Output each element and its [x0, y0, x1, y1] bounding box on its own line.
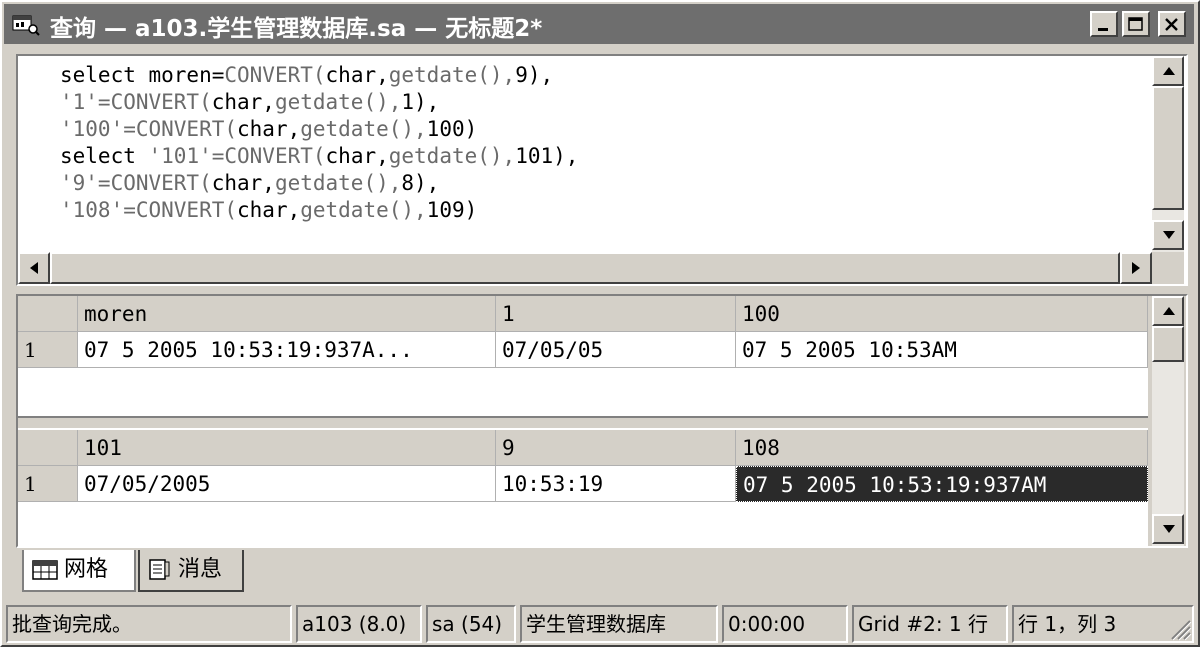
code-token: getdate(), — [388, 63, 516, 87]
tab-grid[interactable]: 网格 — [22, 550, 136, 592]
grid-icon — [32, 560, 58, 580]
editor-gutter — [18, 56, 58, 252]
code-line[interactable]: select '101'=CONVERT(char,getdate(),101)… — [60, 143, 578, 170]
tab-messages[interactable]: 消息 — [138, 550, 244, 592]
query-window: 查询 — a103.学生管理数据库.sa — 无标题2* select more… — [0, 0, 1200, 647]
code-line[interactable]: '108'=CONVERT(char,getdate(),109) — [60, 197, 578, 224]
maximize-button[interactable] — [1122, 11, 1150, 37]
minimize-button[interactable] — [1090, 11, 1118, 37]
code-token: '100'=CONVERT( — [60, 117, 238, 141]
result-grid-1[interactable]: moren 1 100 1 07 5 2005 10:53:19:937A...… — [18, 296, 1148, 416]
table-cell[interactable]: 07/05/05 — [496, 332, 736, 368]
title-bar[interactable]: 查询 — a103.学生管理数据库.sa — 无标题2* — [4, 4, 1194, 44]
code-token: 8), — [401, 171, 440, 195]
grid2-header-row: 101 9 108 — [18, 430, 1148, 466]
selected-table-cell[interactable]: 07 5 2005 10:53:19:937AM — [736, 466, 1148, 502]
status-bar: 批查询完成。 a103 (8.0) sa (54) 学生管理数据库 0:00:0… — [4, 605, 1196, 645]
grid2-column-header[interactable]: 108 — [736, 430, 1148, 466]
table-cell[interactable]: 07 5 2005 10:53:19:937A... — [78, 332, 496, 368]
code-line[interactable]: '9'=CONVERT(char,getdate(),8), — [60, 170, 578, 197]
result-tabs: 网格 消息 — [16, 550, 616, 596]
status-message: 批查询完成。 — [6, 605, 292, 643]
grid2-column-header[interactable]: 9 — [496, 430, 736, 466]
code-token: 9), — [515, 63, 554, 87]
scroll-up-button[interactable] — [1152, 56, 1184, 86]
code-token: getdate(), — [274, 171, 402, 195]
query-window-icon[interactable] — [12, 14, 40, 36]
code-token: select — [60, 144, 149, 168]
table-cell[interactable]: 10:53:19 — [496, 466, 736, 502]
result-grid-2[interactable]: 101 9 108 1 07/05/2005 10:53:19 07 5 200… — [18, 430, 1148, 546]
grid1-column-header[interactable]: moren — [78, 296, 496, 332]
table-row[interactable]: 1 07/05/2005 10:53:19 07 5 2005 10:53:19… — [18, 466, 1148, 502]
grid1-header-row: moren 1 100 — [18, 296, 1148, 332]
grid1-corner-cell[interactable] — [18, 296, 78, 332]
code-token: char, — [211, 171, 275, 195]
status-elapsed: 0:00:00 — [722, 605, 848, 643]
code-token: char, — [211, 90, 275, 114]
scroll-left-button[interactable] — [18, 252, 50, 284]
table-cell[interactable]: 07 5 2005 10:53AM — [736, 332, 1148, 368]
tab-messages-label: 消息 — [178, 557, 223, 582]
results-pane: moren 1 100 1 07 5 2005 10:53:19:937A...… — [16, 294, 1188, 548]
status-database: 学生管理数据库 — [520, 605, 718, 643]
code-token: char, — [237, 117, 301, 141]
code-token: 1), — [401, 90, 440, 114]
code-token: char, — [325, 144, 389, 168]
window-title: 查询 — a103.学生管理数据库.sa — 无标题2* — [50, 16, 543, 42]
code-token: getdate(), — [300, 198, 427, 222]
status-user: sa (54) — [426, 605, 516, 643]
resize-grip-icon[interactable] — [1168, 617, 1192, 641]
results-scroll-down-button[interactable] — [1152, 514, 1184, 544]
grid2-column-header[interactable]: 101 — [78, 430, 496, 466]
code-token: CONVERT( — [224, 63, 326, 87]
code-token: select moren= — [60, 63, 225, 87]
sql-code[interactable]: select moren=CONVERT(char,getdate(),9), '… — [60, 62, 578, 224]
code-token: 109) — [426, 198, 478, 222]
close-button[interactable] — [1158, 11, 1186, 37]
code-line[interactable]: '100'=CONVERT(char,getdate(),100) — [60, 116, 578, 143]
grid2-row-header[interactable]: 1 — [18, 466, 78, 502]
status-server: a103 (8.0) — [296, 605, 422, 643]
grid2-corner-cell[interactable] — [18, 430, 78, 466]
grid1-column-header[interactable]: 100 — [736, 296, 1148, 332]
code-token: 100) — [426, 117, 478, 141]
scroll-down-button[interactable] — [1152, 220, 1184, 250]
code-token: '9'=CONVERT( — [60, 171, 212, 195]
scroll-right-button[interactable] — [1120, 252, 1152, 284]
scroll-thumb[interactable] — [1152, 86, 1184, 210]
code-token: getdate(), — [274, 90, 402, 114]
grid1-column-header[interactable]: 1 — [496, 296, 736, 332]
code-token: getdate(), — [300, 117, 427, 141]
grid-splitter[interactable] — [18, 416, 1148, 430]
status-position: 行 1，列 3 — [1012, 605, 1194, 643]
results-scroll-up-button[interactable] — [1152, 296, 1184, 326]
sql-editor[interactable]: select moren=CONVERT(char,getdate(),9), '… — [16, 54, 1188, 286]
grid1-row-header[interactable]: 1 — [18, 332, 78, 368]
table-row[interactable]: 1 07 5 2005 10:53:19:937A... 07/05/05 07… — [18, 332, 1148, 368]
horizontal-scroll-thumb[interactable] — [50, 252, 1120, 284]
results-vertical-scrollbar[interactable] — [1152, 296, 1184, 546]
code-line[interactable]: select moren=CONVERT(char,getdate(),9), — [60, 62, 578, 89]
code-token: char, — [325, 63, 389, 87]
editor-horizontal-scrollbar[interactable] — [18, 252, 1152, 284]
table-cell[interactable]: 07/05/2005 — [78, 466, 496, 502]
code-token: 101), — [515, 144, 579, 168]
code-token: '101'=CONVERT( — [148, 144, 326, 168]
code-token: char, — [237, 198, 301, 222]
code-token: '1'=CONVERT( — [60, 90, 212, 114]
code-token: '108'=CONVERT( — [60, 198, 238, 222]
tab-grid-label: 网格 — [64, 557, 109, 582]
code-line[interactable]: '1'=CONVERT(char,getdate(),1), — [60, 89, 578, 116]
results-scroll-thumb[interactable] — [1152, 326, 1184, 362]
editor-vertical-scrollbar[interactable] — [1152, 56, 1184, 252]
scroll-corner — [1152, 252, 1184, 284]
messages-icon — [149, 559, 170, 580]
status-grid-info: Grid #2: 1 行 — [852, 605, 1008, 643]
code-token: getdate(), — [388, 144, 516, 168]
